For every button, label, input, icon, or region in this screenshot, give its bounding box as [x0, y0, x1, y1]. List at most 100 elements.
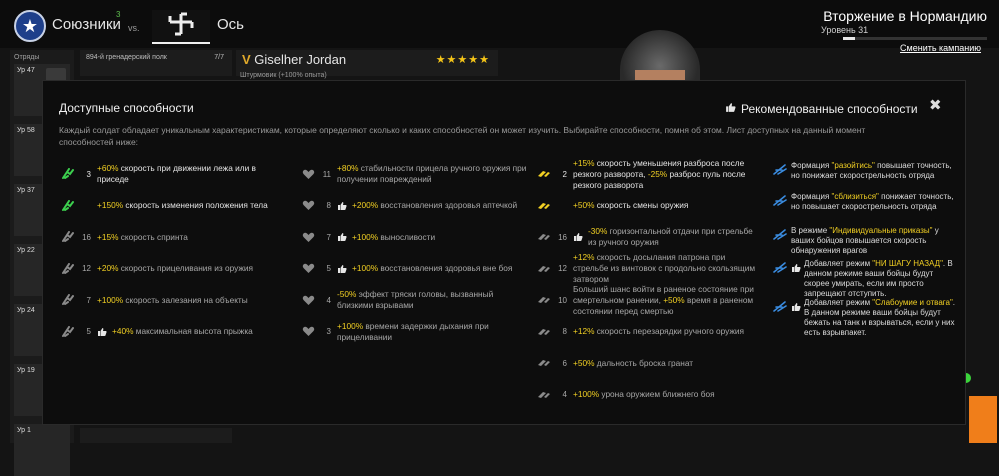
run-icon	[59, 291, 77, 309]
ammo-icon	[535, 386, 553, 404]
recommended-item[interactable]: Формация "разойтись" повышает точность, …	[773, 161, 959, 181]
soldier-rank: V	[242, 52, 251, 67]
ability-text: +15% скорость спринта	[97, 231, 188, 242]
ability-value: -25%	[647, 168, 668, 179]
recommended-text: Добавляет режим "НИ ШАГУ НАЗАД". В данно…	[804, 259, 953, 298]
ability-value: +15%	[97, 231, 119, 242]
ability-row[interactable]: 16 -30% горизонтальной отдачи при стрельб…	[535, 222, 761, 252]
ability-value: +15%	[573, 157, 595, 168]
ability-cost: 3	[326, 327, 331, 336]
ability-cost: 4	[562, 390, 567, 399]
recommended-text: Формация "разойтись" повышает точность, …	[791, 161, 952, 180]
squad-card[interactable]: Ур 1	[14, 424, 70, 476]
ammo-icon	[535, 165, 553, 183]
recommended-text: Добавляет режим "Слабоумие и отвага". В …	[804, 298, 956, 337]
ability-cost: 8	[326, 201, 331, 210]
ability-row[interactable]: 16 +15% скорость спринта	[59, 222, 289, 252]
axis-cross-icon	[166, 12, 196, 42]
thumbs-up-icon	[337, 201, 347, 211]
recommended-item[interactable]: Добавляет режим "Слабоумие и отвага". В …	[773, 298, 959, 338]
ability-row[interactable]: 12 +12% скорость досылания патрона при ст…	[535, 252, 761, 284]
heart-icon	[299, 197, 317, 215]
ability-value: +100%	[337, 320, 364, 331]
ability-row[interactable]: 3 +60% скорость при движении лежа или в п…	[59, 159, 289, 189]
ability-cost: 7	[86, 295, 91, 305]
squad-level: Ур 1	[17, 427, 31, 434]
run-icon	[59, 323, 77, 341]
ability-row[interactable]: +50% скорость смены оружия	[535, 191, 761, 221]
ability-text: +50% скорость смены оружия	[573, 200, 689, 210]
ability-text: +100% урона оружием ближнего боя	[573, 389, 715, 399]
formation-icon	[773, 162, 791, 180]
ability-cost: 2	[562, 169, 567, 179]
ability-row[interactable]: 3 +100% времени задержки дыхания при приц…	[299, 317, 531, 347]
ability-row[interactable]: 2 +15% скорость уменьшения разброса после…	[535, 157, 761, 190]
recommended-highlight: "Слабоумие и отвага"	[872, 298, 953, 307]
ability-cost: 7	[326, 232, 331, 242]
formation-icon	[773, 260, 791, 278]
ability-cost: 4	[326, 295, 331, 305]
ammo-icon	[535, 197, 553, 215]
ability-value: +100%	[352, 263, 379, 273]
change-campaign-link[interactable]: Сменить кампанию	[900, 43, 981, 53]
ability-value: +40%	[112, 326, 134, 336]
recommended-header: Рекомендованные способности	[725, 100, 918, 118]
ability-text: -30% горизонтальной отдачи при стрельбе …	[588, 226, 753, 247]
ability-text: +100% выносливости	[352, 231, 436, 242]
run-icon	[59, 228, 77, 246]
ability-cost: 11	[322, 169, 331, 179]
heart-icon	[299, 165, 317, 183]
run-icon	[59, 165, 77, 183]
formation-icon	[773, 193, 791, 211]
action-button[interactable]	[969, 396, 997, 443]
run-icon	[59, 260, 77, 278]
recommended-item[interactable]: Формация "сблизиться" понижает точность,…	[773, 192, 959, 212]
ability-row[interactable]: 8 +200% восстановления здоровья аптечкой	[299, 191, 531, 221]
ability-text: +100% времени задержки дыхания при прице…	[337, 320, 489, 342]
recommended-text: Формация "сблизиться" понижает точность,…	[791, 192, 954, 211]
ability-value: +80%	[337, 163, 359, 173]
ability-row[interactable]: 7 +100% скорость залезания на объекты	[59, 285, 289, 315]
regiment-count: 7/7	[214, 54, 224, 61]
allies-count: 3	[116, 10, 121, 19]
allies-label: Союзники	[52, 16, 121, 33]
thumbs-up-icon	[573, 232, 583, 242]
ability-row[interactable]: 12 +20% скорость прицеливания из оружия	[59, 254, 289, 284]
recommended-item[interactable]: В режиме "Индивидуальные приказы" у ваши…	[773, 226, 959, 256]
close-button[interactable]: ✖	[929, 98, 942, 113]
ammo-icon	[535, 260, 553, 278]
campaign-title: Вторжение в Нормандию	[823, 8, 987, 24]
recommended-highlight: "НИ ШАГУ НАЗАД"	[872, 259, 943, 268]
ability-cost: 8	[562, 327, 567, 336]
ability-text: +100% восстановления здоровья вне боя	[352, 263, 513, 273]
ability-row[interactable]: 7 +100% выносливости	[299, 222, 531, 252]
recommended-text: В режиме "Индивидуальные приказы" у ваши…	[791, 226, 939, 255]
ability-cost: 6	[562, 358, 567, 368]
ability-row[interactable]: 10 Больший шанс войти в раненое состояние…	[535, 284, 761, 316]
soldier-stars: ★★★★★	[435, 54, 490, 66]
squad-level: Ур 19	[17, 367, 35, 374]
ability-row[interactable]: 4 -50% эффект тряски головы, вызванный бл…	[299, 285, 531, 315]
recommended-item[interactable]: Добавляет режим "НИ ШАГУ НАЗАД". В данно…	[773, 259, 959, 299]
ability-row[interactable]: 4 +100% урона оружием ближнего боя	[535, 380, 761, 410]
heart-icon	[299, 228, 317, 246]
ammo-icon	[535, 354, 553, 372]
ability-value: +200%	[352, 200, 379, 210]
formation-icon	[773, 299, 791, 317]
ability-value: +50%	[573, 200, 595, 210]
ability-text: +60% скорость при движении лежа или в пр…	[97, 163, 256, 184]
ability-cost: 5	[86, 327, 91, 336]
ability-value: +60%	[97, 163, 119, 173]
thumbs-up-icon	[97, 327, 107, 337]
ability-row[interactable]: 11 +80% стабильности прицела ручного оруж…	[299, 159, 531, 189]
heart-icon	[299, 323, 317, 341]
ability-row[interactable]: 8 +12% скорость перезарядки ручного оружи…	[535, 317, 761, 347]
ability-row[interactable]: +150% скорость изменения положения тела	[59, 191, 289, 221]
ability-value: +100%	[573, 389, 600, 399]
campaign-progress-fill	[843, 37, 855, 40]
ability-row[interactable]: 5 +100% восстановления здоровья вне боя	[299, 254, 531, 284]
ability-row[interactable]: 5 +40% максимальная высота прыжка	[59, 317, 289, 347]
recommended-highlight: "сблизиться"	[831, 192, 879, 201]
heart-icon	[299, 291, 317, 309]
ability-row[interactable]: 6 +50% дальность броска гранат	[535, 348, 761, 378]
